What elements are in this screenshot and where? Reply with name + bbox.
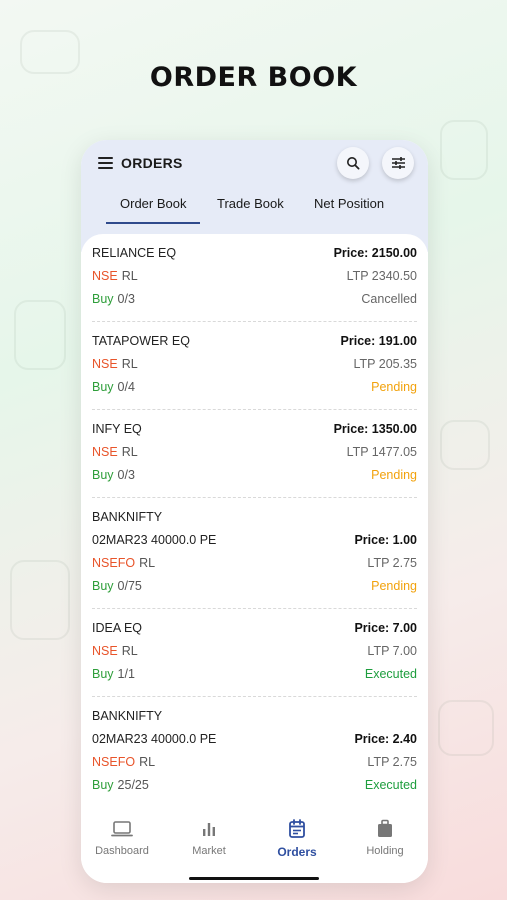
nav-label: Market xyxy=(192,845,226,857)
nav-orders[interactable]: Orders xyxy=(257,818,337,859)
tab-net-position[interactable]: Net Position xyxy=(314,196,384,226)
nav-market[interactable]: Market xyxy=(169,818,249,857)
order-qty: 1/1 xyxy=(117,667,135,681)
order-symbol: BANKNIFTY xyxy=(92,709,163,723)
briefcase-icon xyxy=(378,819,392,837)
order-qty: 0/4 xyxy=(117,380,135,394)
background-doodle xyxy=(10,560,70,640)
filter-button[interactable] xyxy=(382,147,414,179)
order-product: RL xyxy=(121,445,138,459)
background-doodle xyxy=(440,420,490,470)
order-exchange: NSE xyxy=(92,269,118,283)
order-item[interactable]: TATAPOWER EQ Price: 191.00 NSE RL LTP 205.3… xyxy=(92,322,417,410)
order-qty: 0/75 xyxy=(117,579,142,593)
phone-frame: ORDERS Order Book Trade Book Net Positio… xyxy=(81,140,428,883)
menu-icon[interactable] xyxy=(98,157,113,169)
order-list[interactable]: RELIANCE EQ Price: 2150.00 NSE RL LTP 2340.… xyxy=(81,234,428,804)
order-exchange: NSE xyxy=(92,357,118,371)
bar-chart-icon xyxy=(203,823,215,836)
bottom-nav: Dashboard Market Orders Holding xyxy=(81,804,428,883)
nav-label: Holding xyxy=(366,845,404,857)
order-price: Price: 2150.00 xyxy=(333,246,417,260)
search-button[interactable] xyxy=(337,147,369,179)
order-ltp: LTP 1477.05 xyxy=(346,445,417,459)
order-symbol: RELIANCE EQ xyxy=(92,246,177,260)
order-exchange: NSE xyxy=(92,644,118,658)
nav-dashboard[interactable]: Dashboard xyxy=(82,818,162,857)
order-symbol: BANKNIFTY xyxy=(92,510,163,524)
order-price: Price: 1350.00 xyxy=(333,422,417,436)
order-status: Executed xyxy=(364,778,417,792)
background-doodle xyxy=(14,300,66,370)
tab-bar: Order Book Trade Book Net Position xyxy=(81,196,428,226)
order-side: Buy xyxy=(92,667,114,681)
order-exchange: NSEFO xyxy=(92,556,136,570)
tab-trade-book[interactable]: Trade Book xyxy=(217,196,284,226)
order-ltp: LTP 2.75 xyxy=(367,755,417,769)
order-price: Price: 1.00 xyxy=(354,533,417,547)
order-ltp: LTP 7.00 xyxy=(367,644,417,658)
order-side: Buy xyxy=(92,468,114,482)
order-status: Pending xyxy=(371,579,417,593)
order-item[interactable]: BANKNIFTY 02MAR23 40000.0 PE Price: 1.00 … xyxy=(92,498,417,609)
header-title: ORDERS xyxy=(121,155,183,171)
home-indicator xyxy=(189,877,319,880)
order-price: Price: 191.00 xyxy=(340,334,417,348)
order-item[interactable]: INFY EQ Price: 1350.00 NSE RL LTP 1477.05 B… xyxy=(92,410,417,498)
order-qty: 25/25 xyxy=(117,778,149,792)
promo-title: ORDER BOOK xyxy=(149,62,358,93)
filter-sliders-icon xyxy=(391,157,405,169)
order-side: Buy xyxy=(92,380,114,394)
order-product: RL xyxy=(139,556,156,570)
search-icon xyxy=(347,157,360,170)
order-product: RL xyxy=(121,357,138,371)
order-exchange: NSEFO xyxy=(92,755,136,769)
order-qty: 0/3 xyxy=(117,292,135,306)
order-ltp: LTP 2340.50 xyxy=(346,269,417,283)
order-item[interactable]: BANKNIFTY 02MAR23 40000.0 PE Price: 2.40 … xyxy=(92,697,417,804)
nav-holding[interactable]: Holding xyxy=(345,818,425,857)
order-price: Price: 7.00 xyxy=(354,621,417,635)
nav-label: Orders xyxy=(277,845,317,859)
laptop-icon xyxy=(111,821,133,837)
order-status: Cancelled xyxy=(361,292,417,306)
order-symbol: TATAPOWER EQ xyxy=(92,334,190,348)
order-exchange: NSE xyxy=(92,445,118,459)
order-status: Pending xyxy=(371,468,417,482)
order-product: RL xyxy=(139,755,156,769)
order-contract: 02MAR23 40000.0 PE xyxy=(92,732,217,746)
order-symbol: IDEA EQ xyxy=(92,621,143,635)
tab-order-book[interactable]: Order Book xyxy=(105,196,202,226)
order-price: Price: 2.40 xyxy=(354,732,417,746)
order-side: Buy xyxy=(92,579,114,593)
nav-label: Dashboard xyxy=(95,845,149,857)
order-status: Executed xyxy=(364,667,417,681)
order-side: Buy xyxy=(92,292,114,306)
order-contract: 02MAR23 40000.0 PE xyxy=(92,533,217,547)
order-ltp: LTP 205.35 xyxy=(353,357,417,371)
order-symbol: INFY EQ xyxy=(92,422,142,436)
order-product: RL xyxy=(121,644,138,658)
background-doodle xyxy=(438,700,494,756)
order-status: Pending xyxy=(371,380,417,394)
order-ltp: LTP 2.75 xyxy=(367,556,417,570)
order-qty: 0/3 xyxy=(117,468,135,482)
order-item[interactable]: RELIANCE EQ Price: 2150.00 NSE RL LTP 2340.… xyxy=(92,234,417,322)
background-doodle xyxy=(440,120,488,180)
order-product: RL xyxy=(121,269,138,283)
order-item[interactable]: IDEA EQ Price: 7.00 NSE RL LTP 7.00 Buy 1/1 E… xyxy=(92,609,417,697)
order-side: Buy xyxy=(92,778,114,792)
orders-icon xyxy=(289,819,305,838)
